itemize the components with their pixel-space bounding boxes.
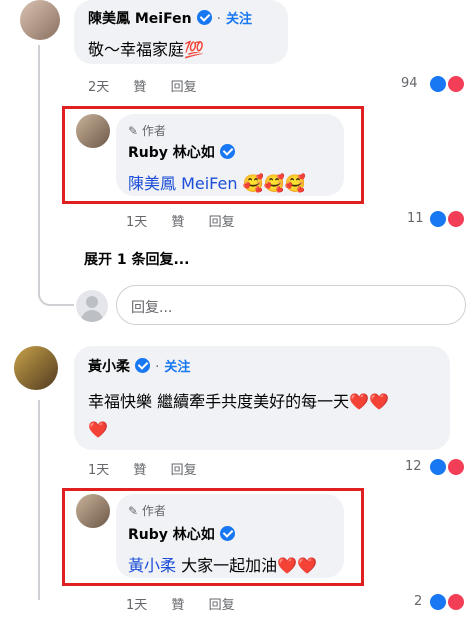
reply-actions: 1天 贊 回复 xyxy=(126,211,255,230)
comment-time[interactable]: 1天 xyxy=(88,463,109,478)
reply-bubble: ✎ 作者 Ruby 林心如 黃小柔 大家一起加油❤️❤️ xyxy=(116,494,344,578)
verified-badge-icon xyxy=(219,526,235,541)
comment-header: 黃小柔 · 关注 xyxy=(88,356,190,376)
comment-time[interactable]: 2天 xyxy=(88,80,109,95)
author-tag-label: 作者 xyxy=(141,124,166,138)
user-placeholder-body xyxy=(81,310,103,322)
like-button[interactable]: 贊 xyxy=(133,463,146,478)
avatar[interactable] xyxy=(14,346,58,390)
author-tag-label: 作者 xyxy=(141,504,166,518)
reply-button[interactable]: 回复 xyxy=(171,80,197,95)
reply-text: 黃小柔 大家一起加油❤️❤️ xyxy=(128,552,317,576)
avatar[interactable] xyxy=(76,494,110,528)
comment-actions: 2天 贊 回复 xyxy=(88,76,217,95)
reply-emoji: 🥰🥰🥰 xyxy=(242,174,307,194)
reply-bubble: ✎ 作者 Ruby 林心如 陳美鳳 MeiFen 🥰🥰🥰 xyxy=(116,114,344,196)
reply-message: 大家一起加油❤️❤️ xyxy=(181,556,317,575)
reply-actions: 1天 贊 回复 xyxy=(126,594,255,613)
author-badge: ✎ 作者 xyxy=(128,502,166,519)
reaction-count[interactable]: 12 xyxy=(405,459,422,474)
like-button[interactable]: 贊 xyxy=(171,215,184,230)
reply-header: Ruby 林心如 xyxy=(128,524,235,544)
verified-badge-icon xyxy=(219,144,235,159)
reply-author[interactable]: Ruby 林心如 xyxy=(128,527,215,543)
thread-line xyxy=(38,400,40,600)
comment-text: 敬～幸福家庭💯 xyxy=(88,40,204,59)
verified-badge-icon xyxy=(135,358,151,373)
reply-button[interactable]: 回复 xyxy=(209,215,235,230)
reply-input[interactable]: 回复... xyxy=(116,285,466,325)
comment-header: 陳美鳳 MeiFen · 关注 xyxy=(88,8,252,28)
mention-link[interactable]: 黃小柔 xyxy=(128,556,176,575)
reply-header: Ruby 林心如 xyxy=(128,142,235,162)
reaction-count[interactable]: 94 xyxy=(401,76,418,91)
like-reaction-icon xyxy=(428,74,448,94)
expand-replies-link[interactable]: 展开 1 条回复... xyxy=(84,249,189,269)
comment-author[interactable]: 黃小柔 xyxy=(88,359,130,375)
avatar[interactable] xyxy=(76,114,110,148)
comment-text-line2: ❤️ xyxy=(88,420,108,439)
mention-link[interactable]: 陳美鳳 MeiFen xyxy=(128,174,238,193)
avatar[interactable] xyxy=(20,0,60,40)
user-placeholder-icon xyxy=(86,296,98,308)
follow-button[interactable]: 关注 xyxy=(226,12,252,27)
pencil-icon: ✎ xyxy=(128,124,139,138)
like-reaction-icon xyxy=(428,457,448,477)
separator-dot: · xyxy=(216,12,221,27)
love-reaction-icon xyxy=(446,74,466,94)
love-reaction-icon xyxy=(446,209,466,229)
comment-author[interactable]: 陳美鳳 MeiFen xyxy=(88,11,192,27)
reply-button[interactable]: 回复 xyxy=(209,598,235,613)
pencil-icon: ✎ xyxy=(128,504,139,518)
thread-line xyxy=(38,45,40,295)
reply-button[interactable]: 回复 xyxy=(171,463,197,478)
reply-time[interactable]: 1天 xyxy=(126,598,147,613)
author-badge: ✎ 作者 xyxy=(128,122,166,139)
reaction-count[interactable]: 11 xyxy=(407,211,424,226)
love-reaction-icon xyxy=(446,457,466,477)
comment-text: 幸福快樂 繼續牽手共度美好的每一天❤️❤️ xyxy=(88,392,389,411)
like-button[interactable]: 贊 xyxy=(133,80,146,95)
current-user-avatar[interactable] xyxy=(76,290,108,322)
comment-bubble: 黃小柔 · 关注 幸福快樂 繼續牽手共度美好的每一天❤️❤️ ❤️ xyxy=(74,346,450,450)
separator-dot: · xyxy=(155,360,160,375)
love-reaction-icon xyxy=(446,592,466,612)
reaction-count[interactable]: 2 xyxy=(414,594,422,609)
like-button[interactable]: 贊 xyxy=(171,598,184,613)
reply-text: 陳美鳳 MeiFen 🥰🥰🥰 xyxy=(128,170,306,194)
like-reaction-icon xyxy=(428,209,448,229)
comment-bubble: 陳美鳳 MeiFen · 关注 敬～幸福家庭💯 xyxy=(74,0,288,64)
verified-badge-icon xyxy=(196,10,212,25)
like-reaction-icon xyxy=(428,592,448,612)
comment-actions: 1天 贊 回复 xyxy=(88,459,217,478)
reply-input-placeholder: 回复... xyxy=(131,300,173,316)
reply-author[interactable]: Ruby 林心如 xyxy=(128,145,215,161)
thread-connector xyxy=(38,292,74,306)
reply-time[interactable]: 1天 xyxy=(126,215,147,230)
follow-button[interactable]: 关注 xyxy=(164,360,190,375)
